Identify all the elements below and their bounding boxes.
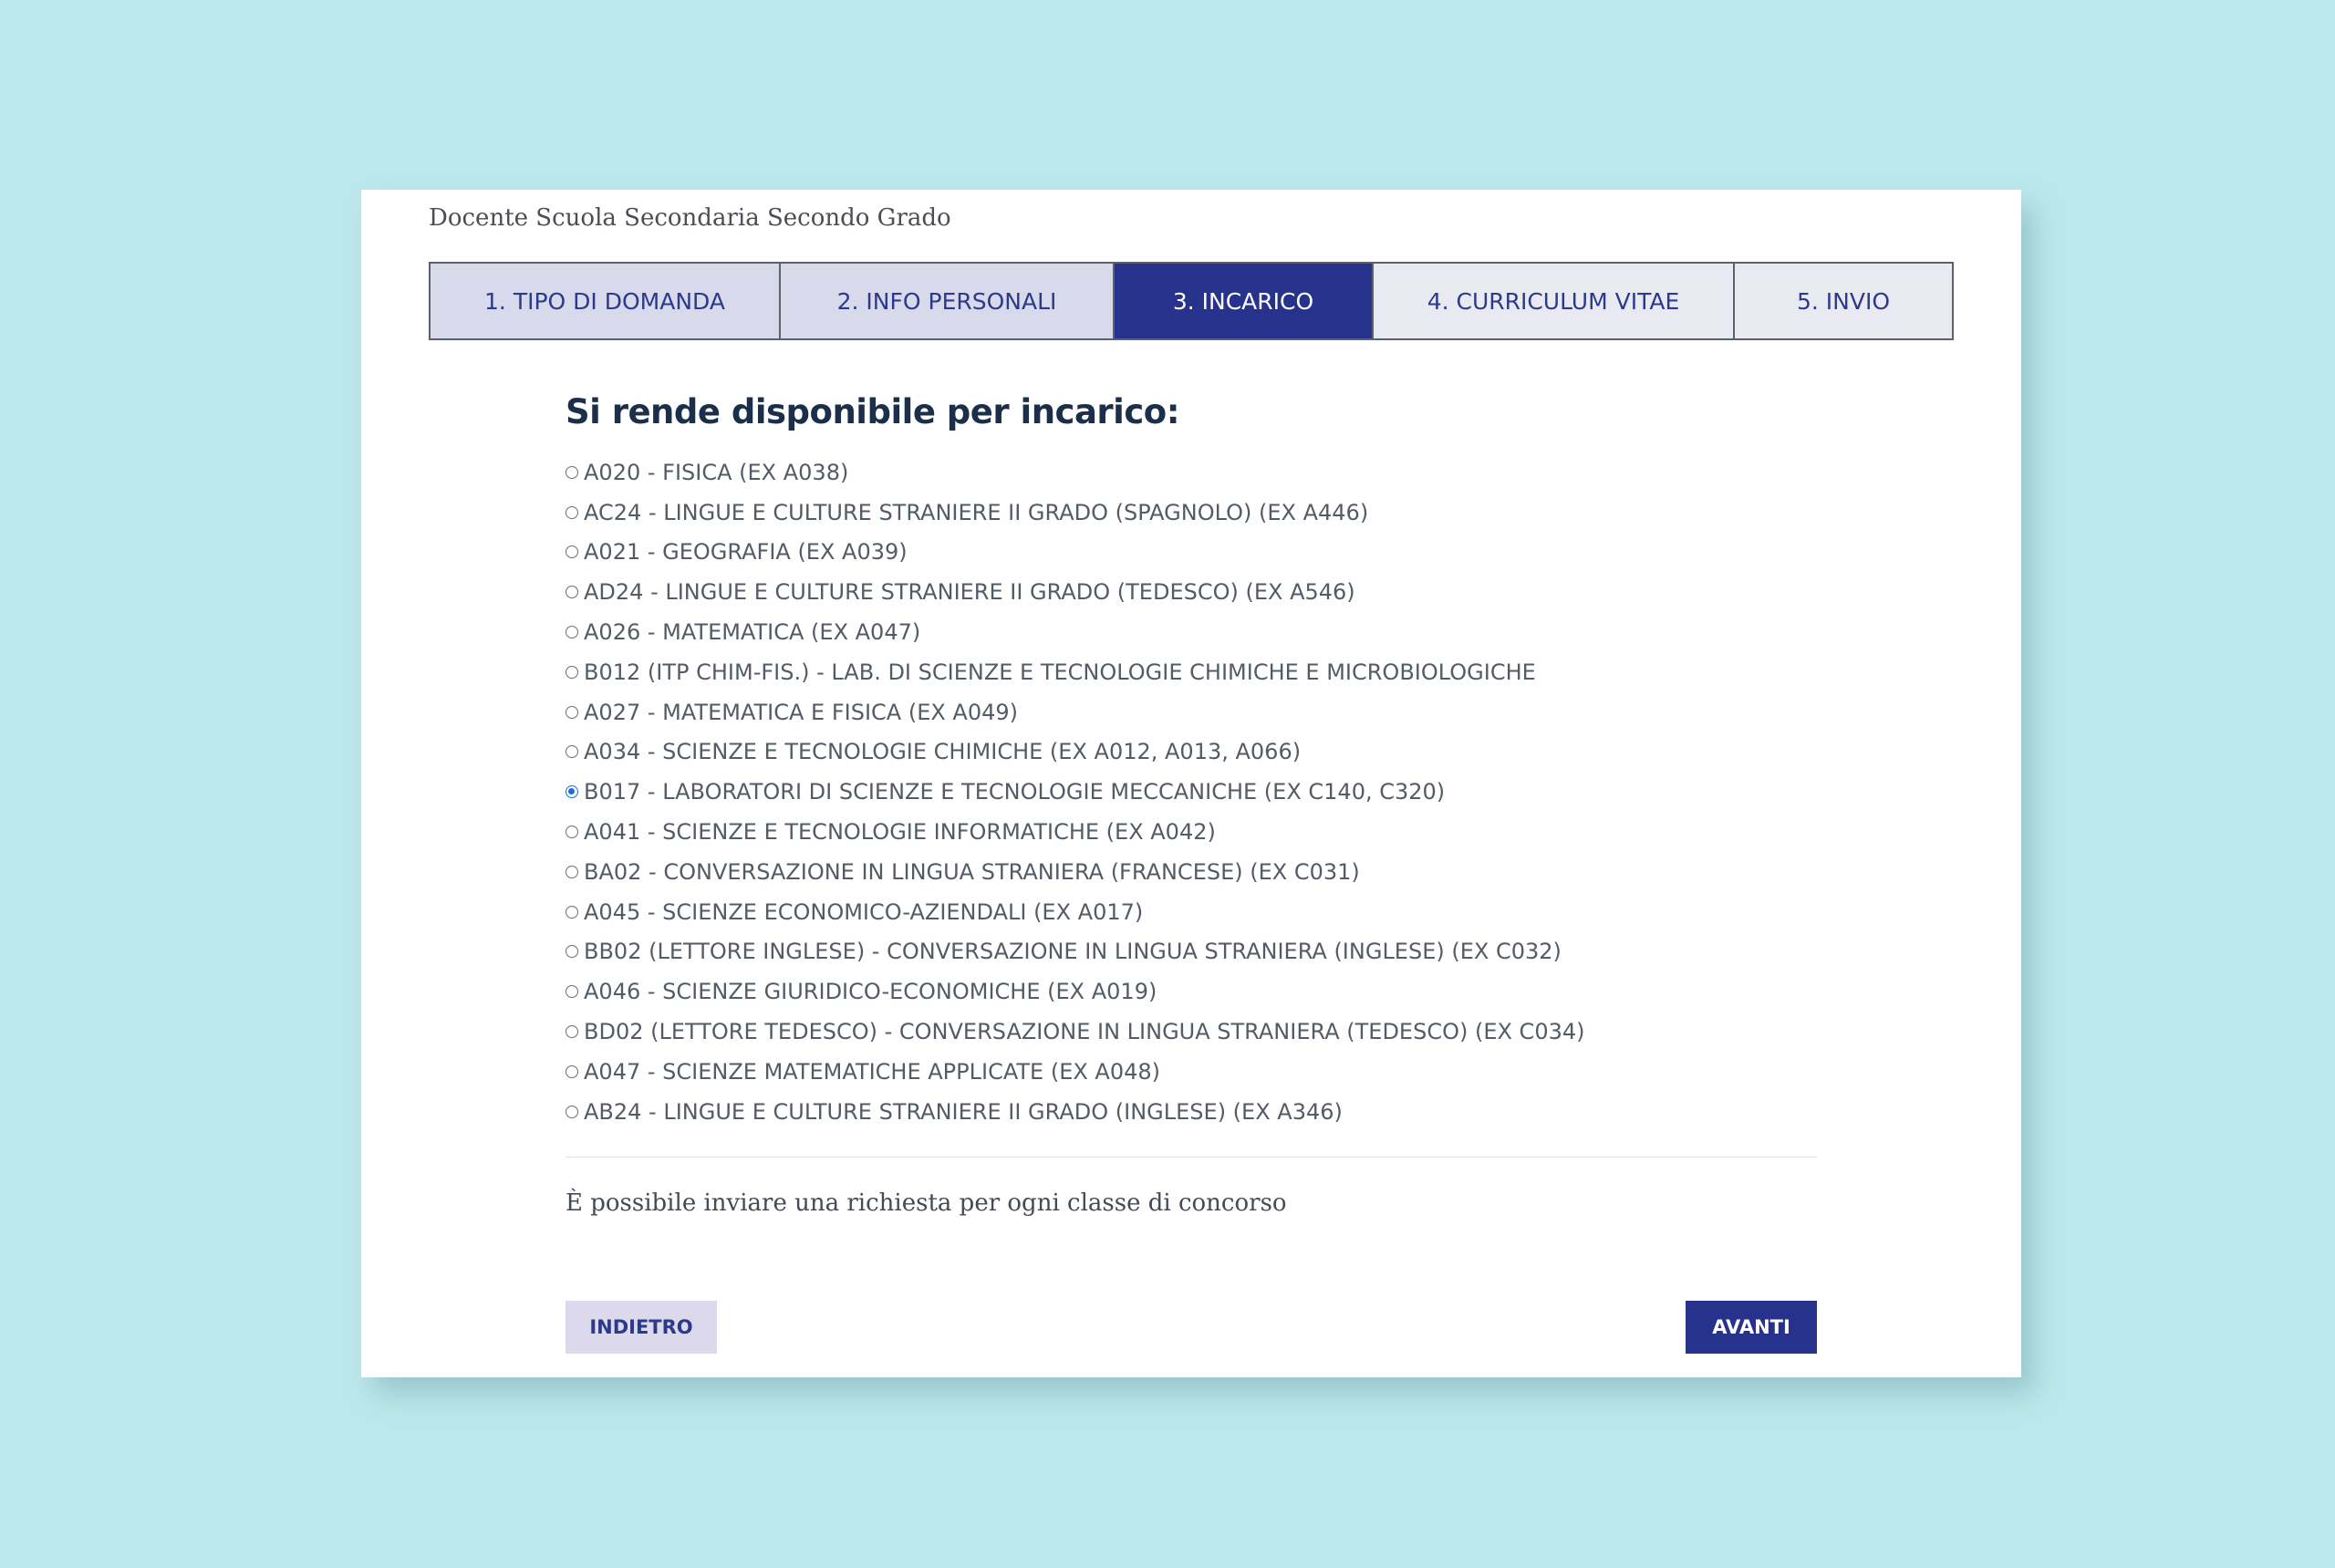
radio-option[interactable]: A045 - SCIENZE ECONOMICO-AZIENDALI (EX A… xyxy=(566,892,1817,932)
radio-option-label: A041 - SCIENZE E TECNOLOGIE INFORMATICHE… xyxy=(584,819,1216,846)
radio-option-label: A047 - SCIENZE MATEMATICHE APPLICATE (EX… xyxy=(584,1058,1161,1085)
radio-button[interactable] xyxy=(566,826,578,839)
back-button[interactable]: INDIETRO xyxy=(566,1301,717,1354)
info-note: È possibile inviare una richiesta per og… xyxy=(566,1189,1287,1217)
radio-button[interactable] xyxy=(566,505,578,519)
radio-option-label: BD02 (LETTORE TEDESCO) - CONVERSAZIONE I… xyxy=(584,1019,1585,1045)
radio-option[interactable]: AB24 - LINGUE E CULTURE STRANIERE II GRA… xyxy=(566,1092,1817,1132)
radio-button[interactable] xyxy=(566,665,578,679)
radio-option-label: A046 - SCIENZE GIURIDICO-ECONOMICHE (EX … xyxy=(584,979,1157,1005)
radio-button[interactable] xyxy=(566,1105,578,1118)
form-heading: Si rende disponibile per incarico: xyxy=(566,392,1180,431)
radio-option-label: BA02 - CONVERSAZIONE IN LINGUA STRANIERA… xyxy=(584,858,1360,885)
next-button[interactable]: AVANTI xyxy=(1686,1301,1817,1354)
radio-button-checked[interactable] xyxy=(566,785,578,799)
step-curriculum-vitae[interactable]: 4. CURRICULUM VITAE xyxy=(1374,264,1735,338)
radio-option[interactable]: A027 - MATEMATICA E FISICA (EX A049) xyxy=(566,692,1817,732)
radio-option-label: AC24 - LINGUE E CULTURE STRANIERE II GRA… xyxy=(584,499,1369,525)
radio-option-label: AD24 - LINGUE E CULTURE STRANIERE II GRA… xyxy=(584,579,1355,606)
radio-button[interactable] xyxy=(566,1025,578,1039)
step-invio[interactable]: 5. INVIO xyxy=(1735,264,1952,338)
radio-group: A020 - FISICA (EX A038) AC24 - LINGUE E C… xyxy=(566,452,1817,1132)
radio-button[interactable] xyxy=(566,985,578,999)
radio-option[interactable]: A047 - SCIENZE MATEMATICHE APPLICATE (EX… xyxy=(566,1052,1817,1092)
radio-option[interactable]: AC24 - LINGUE E CULTURE STRANIERE II GRA… xyxy=(566,493,1817,533)
page-title: Docente Scuola Secondaria Secondo Grado xyxy=(429,204,951,232)
radio-option[interactable]: A034 - SCIENZE E TECNOLOGIE CHIMICHE (EX… xyxy=(566,732,1817,773)
radio-option[interactable]: A020 - FISICA (EX A038) xyxy=(566,452,1817,493)
step-tabs: 1. TIPO DI DOMANDA 2. INFO PERSONALI 3. … xyxy=(429,262,1954,340)
application-card: Docente Scuola Secondaria Secondo Grado … xyxy=(361,190,2021,1377)
radio-option-label: A020 - FISICA (EX A038) xyxy=(584,459,849,485)
step-tipo-di-domanda[interactable]: 1. TIPO DI DOMANDA xyxy=(431,264,781,338)
radio-option-label: AB24 - LINGUE E CULTURE STRANIERE II GRA… xyxy=(584,1098,1343,1125)
radio-button[interactable] xyxy=(566,745,578,759)
radio-button[interactable] xyxy=(566,626,578,639)
radio-option-label: A034 - SCIENZE E TECNOLOGIE CHIMICHE (EX… xyxy=(584,739,1302,765)
radio-button[interactable] xyxy=(566,865,578,878)
radio-option-label: A026 - MATEMATICA (EX A047) xyxy=(584,619,921,646)
radio-option-label: B017 - LABORATORI DI SCIENZE E TECNOLOGI… xyxy=(584,779,1446,805)
divider xyxy=(566,1157,1817,1158)
step-info-personali[interactable]: 2. INFO PERSONALI xyxy=(781,264,1115,338)
incarico-form: Si rende disponibile per incarico: A020 … xyxy=(566,381,1817,1132)
radio-button[interactable] xyxy=(566,705,578,719)
radio-button[interactable] xyxy=(566,945,578,959)
radio-button[interactable] xyxy=(566,1064,578,1078)
step-incarico[interactable]: 3. INCARICO xyxy=(1115,264,1374,338)
radio-option[interactable]: AD24 - LINGUE E CULTURE STRANIERE II GRA… xyxy=(566,572,1817,612)
radio-option[interactable]: BB02 (LETTORE INGLESE) - CONVERSAZIONE I… xyxy=(566,932,1817,972)
radio-option[interactable]: B017 - LABORATORI DI SCIENZE E TECNOLOGI… xyxy=(566,772,1817,812)
radio-button[interactable] xyxy=(566,905,578,919)
radio-button[interactable] xyxy=(566,586,578,599)
radio-option[interactable]: A046 - SCIENZE GIURIDICO-ECONOMICHE (EX … xyxy=(566,971,1817,1012)
radio-option[interactable]: BA02 - CONVERSAZIONE IN LINGUA STRANIERA… xyxy=(566,852,1817,892)
radio-option-label: A045 - SCIENZE ECONOMICO-AZIENDALI (EX A… xyxy=(584,898,1144,925)
radio-option[interactable]: B012 (ITP CHIM-FIS.) - LAB. DI SCIENZE E… xyxy=(566,652,1817,692)
radio-option-label: BB02 (LETTORE INGLESE) - CONVERSAZIONE I… xyxy=(584,939,1562,965)
radio-button[interactable] xyxy=(566,465,578,479)
radio-option[interactable]: A026 - MATEMATICA (EX A047) xyxy=(566,612,1817,652)
radio-option[interactable]: A021 - GEOGRAFIA (EX A039) xyxy=(566,533,1817,573)
radio-option[interactable]: BD02 (LETTORE TEDESCO) - CONVERSAZIONE I… xyxy=(566,1012,1817,1052)
radio-option-label: B012 (ITP CHIM-FIS.) - LAB. DI SCIENZE E… xyxy=(584,659,1536,685)
radio-option-label: A021 - GEOGRAFIA (EX A039) xyxy=(584,539,908,566)
radio-button[interactable] xyxy=(566,545,578,559)
radio-option[interactable]: A041 - SCIENZE E TECNOLOGIE INFORMATICHE… xyxy=(566,812,1817,852)
radio-option-label: A027 - MATEMATICA E FISICA (EX A049) xyxy=(584,699,1019,725)
